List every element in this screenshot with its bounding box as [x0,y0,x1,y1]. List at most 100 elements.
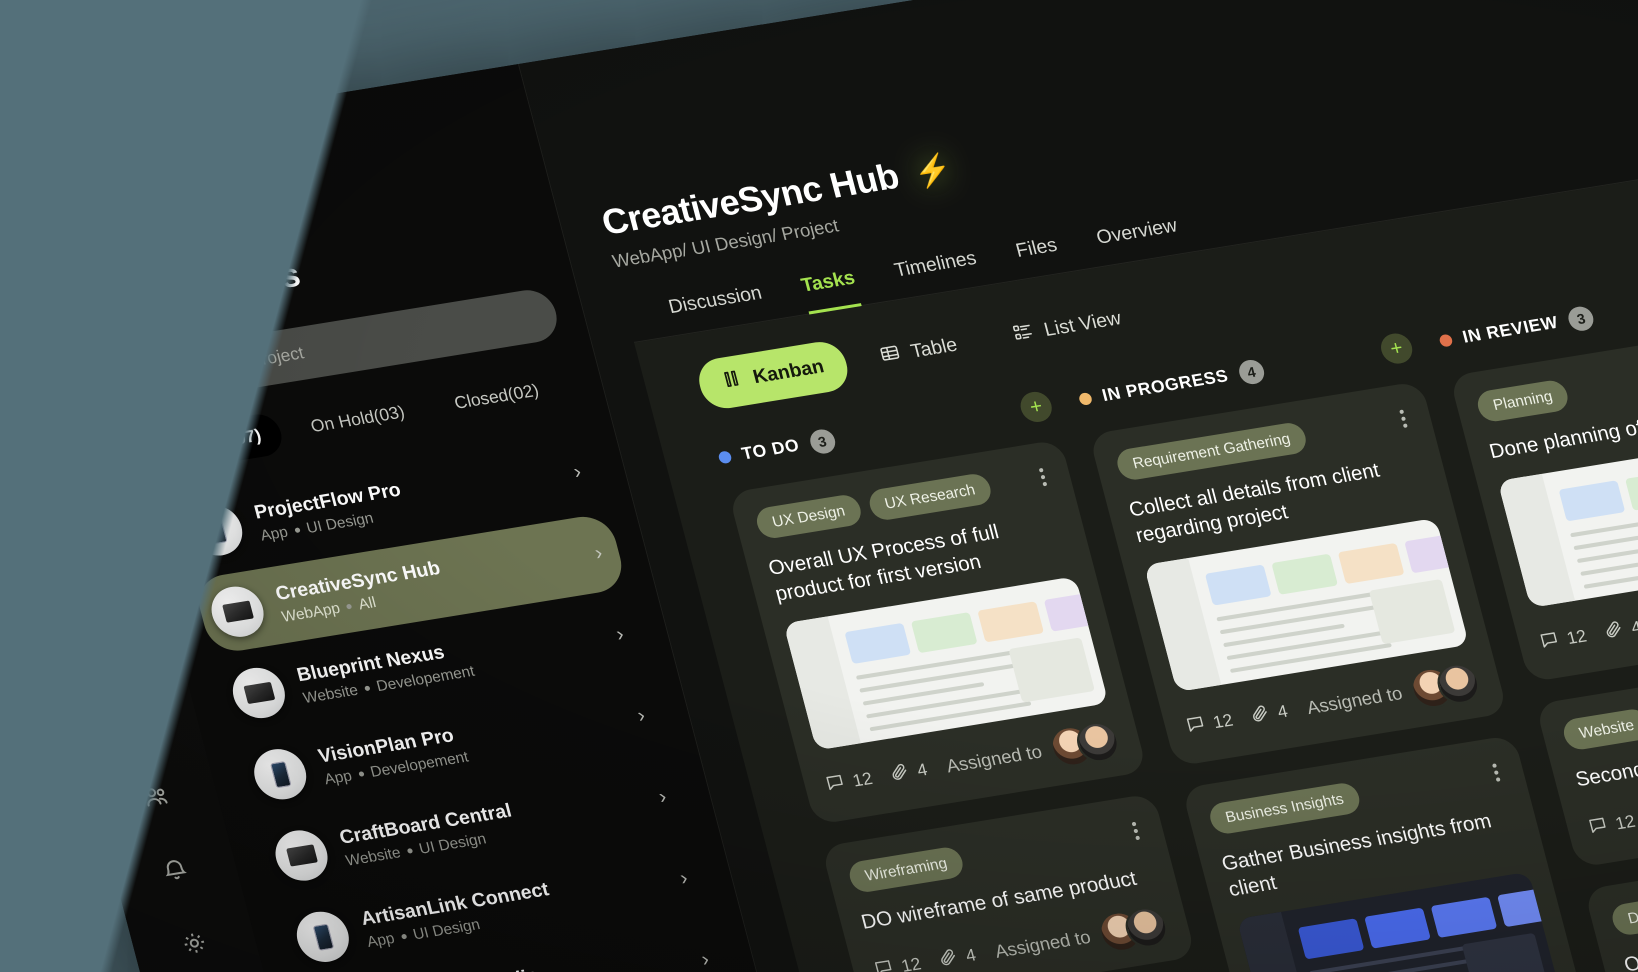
column-title: IN PROGRESS [1100,365,1231,406]
search-input[interactable] [188,305,539,382]
calendar-icon[interactable] [73,553,124,599]
bolt-icon: ⚡ [909,151,957,190]
chevron-right-icon[interactable]: › [678,866,691,890]
tab-files[interactable]: Files [1014,235,1065,280]
paperclip-icon [887,761,912,788]
task-card[interactable]: UX Design UX Research Overall UX Process o… [728,439,1148,826]
project-thumbnail [205,582,270,641]
task-tags: Website [1560,677,1638,752]
comment-count-value: 12 [1211,710,1236,733]
filter-closed[interactable]: Closed(02) [429,366,564,428]
comment-count-value: 12 [899,954,924,972]
assignee-avatars [1046,718,1124,770]
preview-line [1229,642,1392,673]
attachment-count[interactable]: 4 [936,943,979,972]
paperclip-icon [1248,702,1273,729]
card-menu-icon[interactable] [1394,404,1413,434]
task-tag: UX Design [753,492,864,541]
view-list[interactable]: List View [985,290,1150,364]
assigned-to-label: Assigned to [1304,682,1405,718]
filter-on-hold[interactable]: On Hold(03) [286,388,430,451]
comment-icon [871,956,896,972]
project-thumbnail [269,826,334,885]
view-list-label: List View [1041,307,1124,342]
screen: All Projects Active(07) On Hold(03) Clos… [0,0,1638,972]
card-menu-icon[interactable] [1126,816,1145,846]
attachment-count[interactable]: 4 [1248,699,1291,729]
task-preview-image [783,576,1109,751]
attachment-count-value: 4 [1629,617,1638,638]
gear-icon[interactable] [169,920,220,966]
task-tag: Developement [1609,885,1638,937]
task-card[interactable]: Wireframing DO wireframe of same product 1… [820,793,1197,972]
add-card-button[interactable]: + [1377,331,1416,366]
column-title: TO DO [739,435,802,464]
chevron-right-icon[interactable]: › [656,785,669,809]
grid-icon[interactable] [31,395,82,441]
chevron-right-icon[interactable]: › [614,623,627,647]
filter-active[interactable]: Active(07) [153,411,287,473]
comment-count[interactable]: 12 [1537,624,1589,655]
card-top: Website [1560,674,1638,752]
card-menu-icon[interactable] [1033,462,1052,492]
project-type: App [365,929,397,951]
comment-count[interactable]: 12 [1183,708,1235,739]
comment-count-value: 12 [1613,811,1638,834]
comment-count[interactable]: 12 [871,952,923,972]
app-window: All Projects Active(07) On Hold(03) Clos… [0,0,1638,972]
assigned-to: Assigned to [990,904,1172,971]
chat-icon[interactable] [111,700,162,746]
column-count: 3 [807,427,838,456]
attachment-count[interactable]: 4 [887,758,930,788]
app-logo[interactable] [2,293,59,342]
card-top: Planning [1474,346,1638,424]
list-icon [1010,320,1037,349]
assignee-avatars [1094,904,1172,955]
task-tag: Planning [1474,378,1572,424]
chevron-right-icon[interactable]: › [571,460,584,484]
card-top: Developement [1609,859,1638,937]
view-table[interactable]: Table [852,317,986,386]
preview-chip [844,622,912,664]
preview-chip [1297,918,1365,960]
chevron-right-icon[interactable]: › [635,704,648,728]
task-card[interactable]: Requirement Gathering Collect all details… [1088,380,1508,767]
project-thumbnail [248,745,312,804]
chevron-right-icon[interactable]: › [592,541,605,565]
status-dot [1438,333,1454,348]
task-card[interactable]: WebsiteSecond124Assigned to [1535,650,1638,868]
attachment-count-value: 4 [963,945,979,966]
bell-icon[interactable] [150,847,201,893]
column-title: IN REVIEW [1460,312,1561,347]
task-tag: UX Research [865,471,994,523]
users-icon[interactable] [131,773,182,819]
view-kanban[interactable]: Kanban [693,338,853,412]
folder-icon[interactable] [44,467,111,528]
project-thumbnail [291,907,355,966]
preview-panel [1461,932,1549,972]
column-count: 3 [1565,304,1597,333]
card-menu-icon[interactable] [1487,758,1506,788]
task-card[interactable]: Business Insights Gather Business insight… [1181,734,1601,972]
separator-dot [406,847,413,854]
separator-dot [400,933,407,940]
project-type: App [258,523,290,545]
separator-dot [293,526,301,533]
attachment-count-value: 4 [914,759,930,781]
tab-tasks[interactable]: Tasks [799,267,863,315]
attachment-count[interactable]: 4 [1601,615,1638,645]
column-count: 4 [1236,358,1267,386]
comment-count[interactable]: 12 [1586,810,1638,841]
chevron-right-icon[interactable]: › [699,948,712,972]
comment-icon [823,771,848,798]
preview-chip [977,601,1045,643]
status-dot [1077,392,1094,406]
comment-count-value: 12 [850,768,875,791]
comment-count[interactable]: 12 [823,767,875,798]
preview-chip [1625,469,1638,511]
assignee-avatars [1406,660,1484,712]
comment-count-value: 12 [1564,626,1589,649]
add-card-button[interactable]: + [1017,389,1056,425]
comment-icon [1183,713,1208,740]
analytics-icon[interactable] [92,627,143,673]
